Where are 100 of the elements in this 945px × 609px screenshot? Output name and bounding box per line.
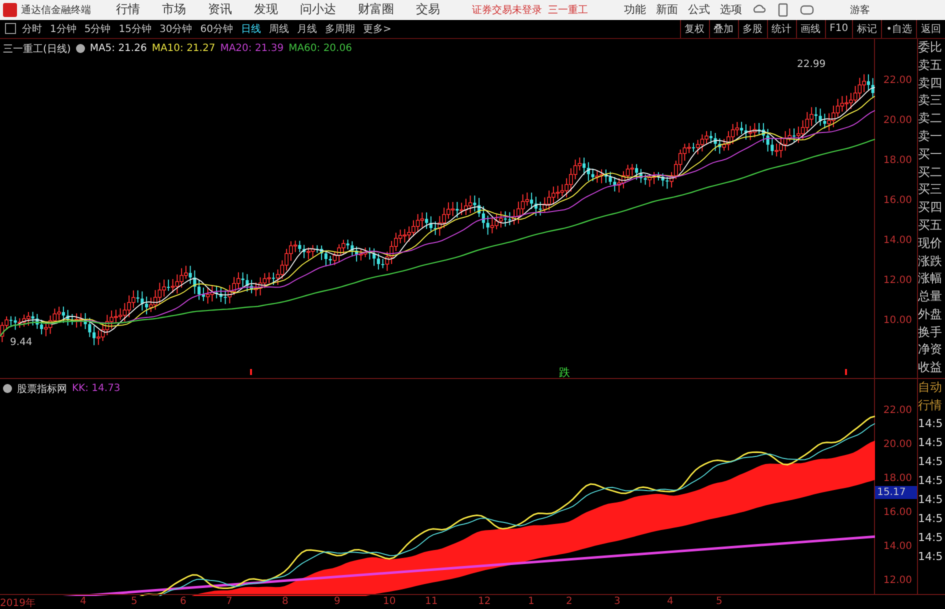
trade-time: 14:5	[918, 549, 944, 566]
trade-time: 14:5	[918, 492, 944, 508]
axis-label: 14.00	[883, 540, 912, 553]
phone-icon[interactable]	[778, 2, 788, 17]
axis-label: 12.00	[883, 274, 912, 287]
menu-item[interactable]: 问小达	[300, 1, 336, 18]
login-status[interactable]: 证券交易未登录	[472, 2, 542, 17]
period-tab[interactable]: 15分钟	[118, 22, 152, 36]
quote-label: 净资	[918, 341, 944, 358]
quote-label: 卖三	[918, 92, 944, 110]
signal-mark	[845, 368, 847, 375]
axis-label: 1	[528, 596, 534, 608]
indicator-value: MA5: 21.26	[90, 43, 147, 54]
axis-label: 5	[716, 596, 722, 608]
quote-label: 现价	[918, 234, 944, 252]
period-tab[interactable]: 月线	[296, 22, 317, 36]
trade-time: 14:5	[918, 454, 944, 470]
quote-label: 买四	[918, 199, 944, 216]
axis-label: 2019年	[0, 597, 36, 609]
quote-label: 卖二	[918, 110, 944, 128]
axis-label: 12	[478, 596, 491, 608]
trade-time: 14:5	[918, 473, 944, 490]
period-tab[interactable]: 分时	[22, 22, 42, 36]
axis-label: 4	[80, 596, 86, 608]
menu-item[interactable]: 行情	[116, 1, 140, 18]
indicator-value: MA60: 20.06	[288, 43, 352, 54]
axis-label: 22.00	[883, 404, 912, 417]
period-tab[interactable]: 周线	[268, 22, 289, 36]
toolbar-item[interactable]: 公式	[688, 2, 710, 18]
trade-time: 14:5	[918, 511, 944, 528]
period-tab[interactable]: 60分钟	[200, 22, 233, 36]
quote-label: 买三	[918, 181, 944, 198]
quote-label: 委比	[918, 38, 944, 56]
axis-label: 2	[566, 596, 572, 608]
axis-label: 20.00	[883, 114, 912, 127]
axis-label: 8	[282, 596, 288, 608]
signal-mark	[250, 368, 252, 375]
quote-label: 买五	[918, 216, 944, 234]
signal-label: 跌	[559, 364, 570, 380]
quote-label: 卖五	[918, 56, 944, 74]
quote-label: 换手	[918, 324, 944, 341]
axis-label: 16.00	[883, 506, 912, 519]
chart-title: 三一重工(日线)	[3, 42, 71, 56]
high-price-label: 22.99	[797, 58, 826, 70]
current-price-badge: 15.17	[875, 486, 918, 499]
quote-label: 涨跌	[918, 252, 944, 270]
axis-label: 7	[226, 596, 232, 608]
axis-label: 14.00	[883, 234, 912, 247]
grid-icon[interactable]	[5, 23, 16, 34]
quote-label: 涨幅	[918, 270, 944, 288]
axis-label: 6	[180, 596, 186, 608]
period-tab[interactable]: 日线	[240, 22, 261, 36]
toolbar-item[interactable]: 新面	[656, 2, 678, 18]
chart-title: 股票指标网	[17, 382, 67, 396]
menu-item[interactable]: 资讯	[208, 1, 232, 18]
period-tab[interactable]: 1分钟	[50, 22, 76, 36]
period-tab[interactable]: 更多>	[362, 22, 392, 36]
message-icon[interactable]	[800, 4, 814, 16]
axis-label: 18.00	[883, 472, 912, 485]
menu-item[interactable]: 交易	[416, 1, 440, 18]
axis-label: 18.00	[883, 154, 912, 167]
period-tab[interactable]: 多周期	[324, 22, 355, 36]
menu-item[interactable]: 发现	[254, 1, 278, 18]
app-title: 通达信金融终端	[21, 4, 92, 17]
axis-label: 11	[425, 596, 438, 608]
period-tab[interactable]: 5分钟	[84, 22, 111, 36]
period-tab[interactable]: 30分钟	[159, 22, 192, 36]
toolbar-item[interactable]: 选项	[720, 2, 742, 18]
stock-name: 三一重工	[548, 4, 588, 17]
quote-label: 外盘	[918, 306, 944, 323]
trade-time: 14:5	[918, 530, 944, 546]
axis-label: 10	[383, 596, 396, 608]
axis-label: 4	[667, 596, 674, 608]
indicator-value: MA10: 21.27	[152, 43, 216, 54]
axis-label: 5	[131, 596, 138, 608]
axis-label: 20.00	[883, 438, 912, 451]
panel-header[interactable]: 行情	[918, 396, 945, 414]
axis-label: 22.00	[883, 74, 912, 87]
axis-label: 16.00	[883, 194, 912, 207]
axis-label: 3	[614, 596, 620, 608]
axis-label: 12.00	[883, 574, 912, 587]
menu-item[interactable]: 市场	[162, 1, 186, 18]
panel-header[interactable]: 自动	[918, 378, 945, 397]
quote-label: 收益	[918, 359, 944, 376]
quote-label: 总量	[918, 288, 944, 306]
toolbar-item[interactable]: 功能	[624, 2, 646, 18]
low-price-label: 9.44	[10, 336, 32, 348]
quote-label: 买二	[918, 164, 944, 181]
menu-item[interactable]: 财富圈	[358, 1, 394, 18]
trade-time: 14:5	[918, 416, 944, 432]
quote-label: 卖一	[918, 128, 944, 145]
quote-label: 买一	[918, 146, 944, 163]
indicator-value: KK: 14.73	[72, 383, 120, 394]
quote-label: 卖四	[918, 74, 944, 92]
axis-label: 10.00	[883, 314, 912, 327]
app-logo-icon	[3, 2, 17, 17]
user-label[interactable]: 游客	[850, 2, 870, 17]
indicator-value: MA20: 21.39	[220, 43, 284, 54]
axis-label: 9	[334, 596, 340, 608]
trade-time: 14:5	[918, 435, 944, 452]
